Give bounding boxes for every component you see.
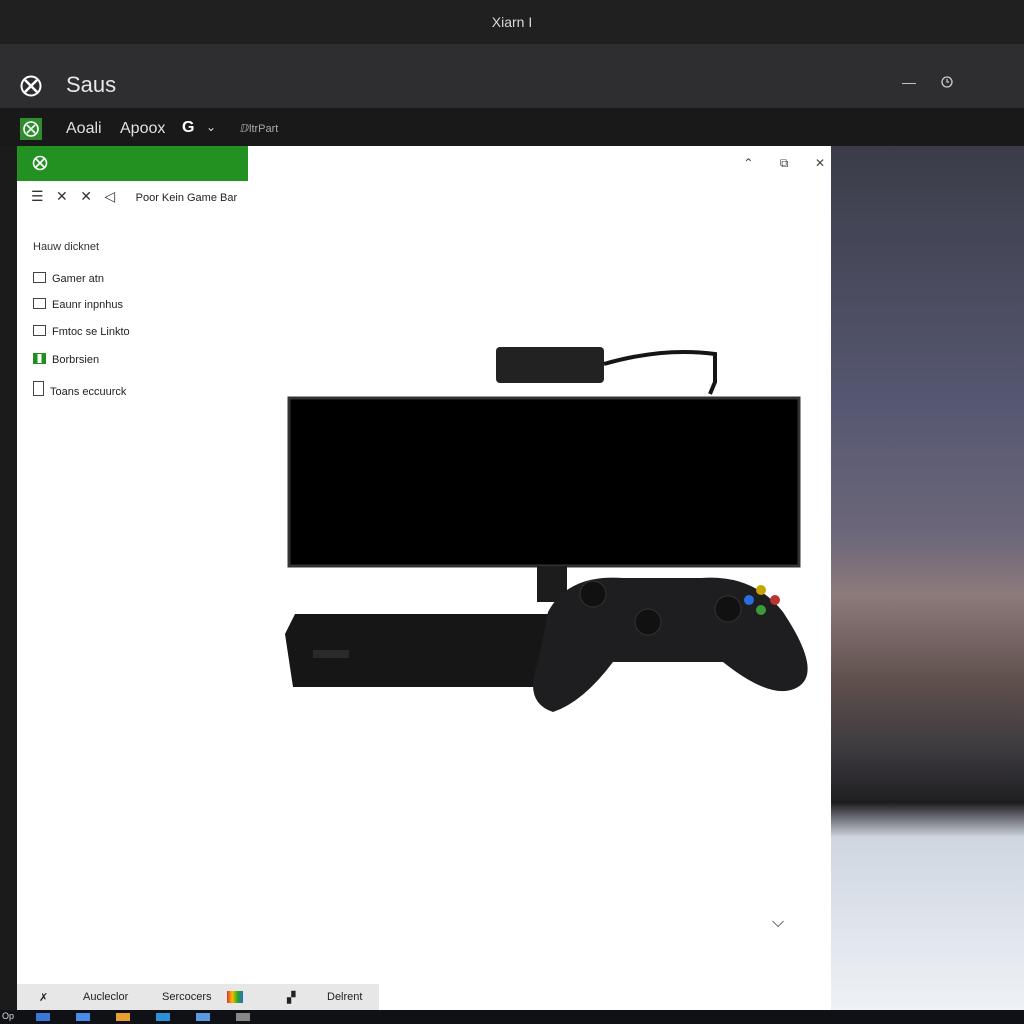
background-photo <box>831 146 1024 1010</box>
nav-small-label[interactable]: ⅅltrPart <box>240 122 278 135</box>
start-button[interactable]: Op <box>2 1011 14 1021</box>
minimize-button[interactable]: — <box>902 74 916 90</box>
nav-item-aoali[interactable]: Aoali <box>66 120 102 138</box>
taskbar-icon-5[interactable] <box>196 1013 210 1021</box>
bottom-item-sercocers[interactable]: Sercocers <box>162 991 212 1003</box>
main-panel: ⌃ ⧉ ✕ ☰ ✕ ✕ ◁ Poor Kein Game Bar Hauw di… <box>17 146 831 1010</box>
section-title: Hauw dicknet <box>33 241 100 253</box>
close-icon[interactable]: ✕ <box>815 156 825 170</box>
breadcrumb[interactable]: Poor Kein Game Bar <box>136 192 238 204</box>
taskbar-icon-2[interactable] <box>76 1013 90 1021</box>
expand-icon[interactable]: ⌵ <box>772 914 784 932</box>
restore-icon[interactable]: ⧉ <box>780 156 789 171</box>
menu-item-eaunr[interactable]: Eaunr inpnhus <box>33 298 123 311</box>
bottom-item-aucleclor[interactable]: Aucleclor <box>83 991 128 1003</box>
menu-item-borbrsien[interactable]: Borbrsien <box>33 353 99 366</box>
nav-item-apoox[interactable]: Apoox <box>120 120 165 138</box>
chart-icon <box>33 353 46 364</box>
grid-icon[interactable]: ▞ <box>287 991 295 1004</box>
g-icon[interactable]: G <box>182 119 194 137</box>
display-icon <box>33 325 46 336</box>
taskbar-icon-4[interactable] <box>156 1013 170 1021</box>
x-icon[interactable]: ✗ <box>39 991 48 1004</box>
close-icon[interactable]: ✕ <box>56 188 68 205</box>
keyboard-icon <box>33 298 46 309</box>
window-title-bar: Xiarn I <box>0 0 1024 44</box>
menu-icon[interactable]: ☰ <box>31 188 44 205</box>
collapse-icon[interactable]: ⌃ <box>743 156 753 170</box>
tv-monitor <box>287 396 801 568</box>
xbox-icon <box>32 155 48 171</box>
menu-item-toans[interactable]: Toans eccuurck <box>33 381 126 398</box>
app-title: Saus <box>66 72 117 97</box>
console-hero-image <box>285 347 808 712</box>
panel-header <box>17 146 248 181</box>
taskbar: Op <box>0 1010 1024 1024</box>
app-header: Saus — <box>0 44 1024 108</box>
taskbar-icon-3[interactable] <box>116 1013 130 1021</box>
bottom-item-delrent[interactable]: Delrent <box>327 991 362 1003</box>
xbox-logo-icon <box>20 75 42 97</box>
close-alt-icon[interactable]: ✕ <box>80 188 92 205</box>
panel-toolbar: ☰ ✕ ✕ ◁ Poor Kein Game Bar <box>31 188 245 206</box>
nav-bar: Aoali Apoox G ⌄ ⅅltrPart <box>0 108 1024 146</box>
camera-sensor <box>496 347 604 383</box>
panel-controls: ⌃ ⧉ ✕ <box>721 154 825 172</box>
monitor-icon <box>33 272 46 283</box>
clock-icon[interactable] <box>939 74 955 90</box>
app-tile-icon[interactable] <box>227 991 243 1003</box>
bottom-bar: ✗ Aucleclor Sercocers ▞ Delrent <box>17 984 379 1010</box>
back-icon[interactable]: ◁ <box>104 188 115 205</box>
window-title: Xiarn I <box>491 14 533 30</box>
menu-item-gamer[interactable]: Gamer atn <box>33 272 104 285</box>
xbox-home-icon[interactable] <box>20 118 42 140</box>
chevron-down-icon[interactable]: ⌄ <box>206 120 216 134</box>
controller <box>533 577 808 712</box>
taskbar-icon-1[interactable] <box>36 1013 50 1021</box>
document-icon <box>33 381 44 396</box>
menu-item-fmtoc[interactable]: Fmtoc se Linkto <box>33 325 130 338</box>
taskbar-icon-6[interactable] <box>236 1013 250 1021</box>
